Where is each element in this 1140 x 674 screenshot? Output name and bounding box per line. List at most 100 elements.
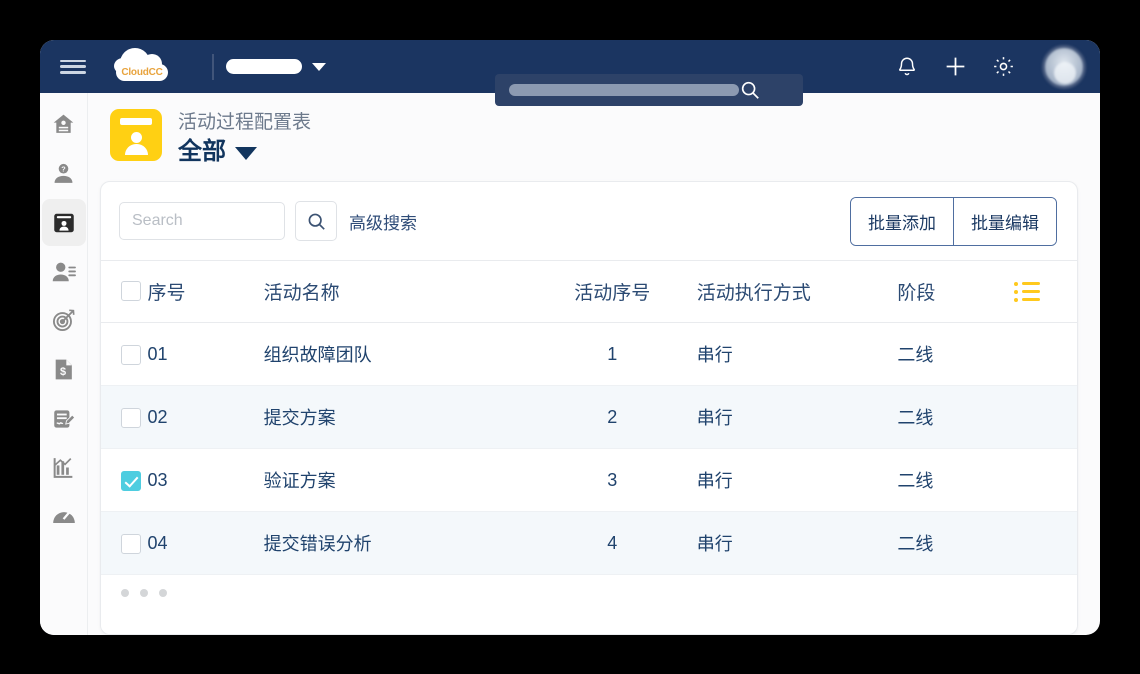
cell-name[interactable]: 提交错误分析 — [263, 511, 528, 575]
pagination-dots[interactable] — [121, 589, 167, 597]
gauge-icon — [52, 510, 75, 523]
page-header: 活动过程配置表 全部 — [98, 101, 1078, 181]
yellow-contact-card-icon — [110, 109, 162, 161]
search-icon — [308, 213, 325, 230]
activity-table: 序号 活动名称 活动序号 活动执行方式 阶段 01 组织故障团队 1 串行 二线… — [101, 260, 1077, 575]
column-header-seq[interactable]: 活动序号 — [527, 260, 697, 323]
list-settings-icon[interactable] — [1013, 281, 1040, 302]
pagination-dot[interactable] — [140, 589, 148, 597]
cell-stage: 二线 — [897, 322, 1014, 386]
select-all-cell — [101, 260, 148, 323]
cell-seq: 2 — [527, 385, 697, 449]
table-header-row: 序号 活动名称 活动序号 活动执行方式 阶段 — [101, 260, 1077, 323]
topbar-divider — [212, 53, 214, 80]
svg-text:$: $ — [60, 366, 66, 378]
hamburger-menu-icon[interactable] — [60, 57, 86, 77]
cell-exec: 串行 — [696, 322, 898, 386]
column-header-exec[interactable]: 活动执行方式 — [696, 260, 898, 323]
cell-name[interactable]: 提交方案 — [263, 385, 528, 449]
cell-no: 02 — [147, 385, 264, 449]
row-checkbox[interactable] — [121, 407, 141, 428]
cell-seq: 1 — [527, 322, 697, 386]
row-checkbox[interactable] — [121, 533, 141, 554]
person-lines-icon — [52, 262, 76, 281]
column-settings-cell — [1013, 260, 1077, 323]
list-toolbar: 高级搜索 批量添加 批量编辑 — [101, 182, 1077, 260]
sidebar-item-leads[interactable]: ? — [42, 150, 86, 197]
top-navigation-bar: CloudCC — [40, 40, 1100, 106]
cell-seq: 4 — [527, 511, 697, 575]
table-body: 01 组织故障团队 1 串行 二线 02 提交方案 2 串行 二线 03 验证方… — [101, 322, 1077, 575]
list-footer — [101, 575, 1077, 634]
org-switcher[interactable] — [226, 59, 326, 74]
sidebar-item-contacts[interactable] — [41, 199, 86, 246]
gear-icon[interactable] — [990, 54, 1016, 80]
app-body: ? $ 活动过程配置表 全部 Search 高级搜索 批量添加 批量编辑 序号 … — [40, 93, 1100, 635]
batch-action-group: 批量添加 批量编辑 — [850, 196, 1057, 246]
invoice-dollar-icon: $ — [55, 359, 72, 380]
table-row[interactable]: 04 提交错误分析 4 串行 二线 — [101, 511, 1077, 575]
sidebar-item-quotes[interactable]: $ — [42, 346, 86, 393]
svg-text:?: ? — [61, 164, 66, 173]
column-header-name[interactable]: 活动名称 — [263, 260, 528, 323]
table-row[interactable]: 03 验证方案 3 串行 二线 — [101, 448, 1077, 512]
batch-edit-button[interactable]: 批量编辑 — [954, 197, 1056, 245]
cell-stage: 二线 — [897, 448, 1014, 512]
plus-icon[interactable] — [942, 54, 968, 80]
pagination-dot[interactable] — [159, 589, 167, 597]
cloudcc-logo: CloudCC — [114, 47, 170, 86]
sidebar-item-reports[interactable] — [42, 444, 86, 491]
global-search-redacted-text — [509, 84, 739, 96]
sidebar-item-dashboard[interactable] — [42, 493, 86, 540]
org-name-redacted — [226, 59, 302, 74]
main-content: 活动过程配置表 全部 高级搜索 — [88, 93, 1100, 635]
select-all-checkbox[interactable] — [121, 281, 141, 302]
left-sidebar: ? $ — [40, 93, 88, 635]
chevron-down-icon — [312, 62, 326, 71]
sidebar-item-home[interactable] — [42, 101, 86, 148]
advanced-search-link[interactable]: 高级搜索 — [349, 209, 417, 234]
cell-no: 03 — [147, 448, 264, 512]
global-search-input[interactable] — [495, 74, 803, 106]
sidebar-item-contracts[interactable] — [42, 395, 86, 442]
batch-add-button[interactable]: 批量添加 — [851, 197, 954, 245]
cell-stage: 二线 — [897, 511, 1014, 575]
cell-exec: 串行 — [696, 511, 898, 575]
home-person-icon — [53, 114, 74, 133]
chevron-down-icon — [235, 147, 257, 160]
document-edit-icon — [53, 409, 75, 428]
table-row[interactable]: 02 提交方案 2 串行 二线 — [101, 385, 1077, 449]
list-card: 高级搜索 批量添加 批量编辑 序号 活动名称 — [100, 181, 1078, 635]
page-titles: 活动过程配置表 全部 — [178, 109, 311, 167]
sidebar-item-accounts[interactable] — [42, 248, 86, 295]
avatar[interactable] — [1042, 44, 1086, 89]
table-row[interactable]: 01 组织故障团队 1 串行 二线 — [101, 322, 1077, 386]
table-header: 序号 活动名称 活动序号 活动执行方式 阶段 — [101, 260, 1077, 323]
cell-name[interactable]: 验证方案 — [263, 448, 528, 512]
cell-no: 04 — [147, 511, 264, 575]
search-icon[interactable] — [739, 79, 761, 101]
search-button[interactable] — [295, 201, 337, 241]
topbar-actions — [894, 44, 1086, 89]
app-window: CloudCC ? $ 活动过程配置表 全部 Search 高级搜索 批量添加 … — [40, 40, 1100, 635]
sidebar-item-opportunities[interactable] — [42, 297, 86, 344]
logo-text: CloudCC — [116, 63, 168, 81]
cell-no: 01 — [147, 322, 264, 386]
person-question-icon: ? — [54, 163, 73, 183]
cell-name[interactable]: 组织故障团队 — [263, 322, 528, 386]
search-input[interactable] — [119, 202, 285, 240]
bell-icon[interactable] — [894, 54, 920, 80]
row-checkbox[interactable] — [121, 344, 141, 365]
view-selector[interactable]: 全部 — [178, 136, 311, 167]
page-subtitle: 活动过程配置表 — [178, 112, 312, 133]
page-title: 全部 — [178, 138, 226, 165]
cell-exec: 串行 — [696, 385, 898, 449]
row-checkbox[interactable] — [121, 470, 141, 491]
pagination-dot[interactable] — [121, 589, 129, 597]
column-header-stage[interactable]: 阶段 — [897, 260, 1014, 323]
cell-stage: 二线 — [897, 385, 1014, 449]
target-icon — [52, 309, 75, 332]
column-header-no[interactable]: 序号 — [147, 260, 264, 323]
cell-exec: 串行 — [696, 448, 898, 512]
bar-chart-icon — [53, 458, 73, 478]
